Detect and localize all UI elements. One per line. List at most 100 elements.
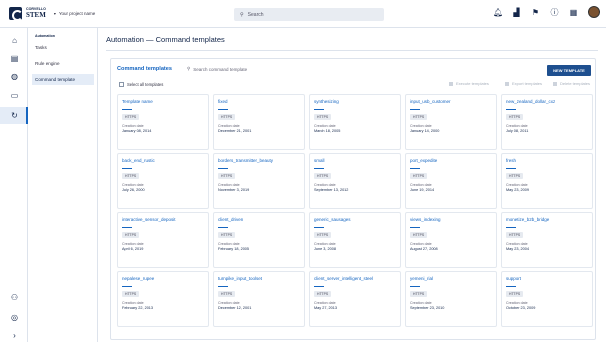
creation-date-value: March 18, 2005	[314, 129, 341, 133]
avatar[interactable]	[588, 6, 600, 18]
search-input[interactable]: ⚲ Search	[234, 8, 384, 21]
template-card[interactable]: support HTTPS Creation date October 23, 200…	[501, 271, 593, 327]
template-name[interactable]: monetize_b2b_bridge	[506, 217, 549, 222]
help-icon[interactable]: ⓘ	[550, 7, 559, 18]
protocol-badge: HTTPS	[314, 114, 332, 120]
template-name[interactable]: back_end_rustic	[122, 158, 155, 163]
bell-icon[interactable]: 🔔︎	[493, 8, 503, 17]
template-card[interactable]: input_usb_customer HTTPS Creation date Janu…	[405, 94, 497, 150]
subnav-item-command-template[interactable]: Command template	[32, 74, 94, 85]
template-accent-bar	[314, 109, 324, 111]
template-card[interactable]: port_expedite HTTPS Creation date June 19, …	[405, 153, 497, 209]
creation-date-value: December 12, 2001	[218, 306, 252, 310]
search-icon: ⚲	[187, 66, 191, 71]
creation-date-value: May 23, 2004	[506, 247, 530, 251]
template-card[interactable]: nepalese_rupee HTTPS Creation date February…	[117, 271, 209, 327]
creation-date-label: Creation date	[122, 301, 144, 305]
template-name[interactable]: interactive_sensor_deposit	[122, 217, 176, 222]
select-all-label: Select all templates	[127, 82, 164, 87]
protocol-badge: HTTPS	[218, 173, 236, 179]
template-accent-bar	[122, 168, 132, 170]
template-card[interactable]: back_end_rustic HTTPS Creation date July 26…	[117, 153, 209, 209]
execute-templates-button[interactable]: Execute templates	[449, 81, 489, 86]
subnav-item-tasks[interactable]: Tasks	[32, 42, 94, 53]
creation-date-value: February 18, 2005	[218, 247, 250, 251]
creation-date-value: September 23, 2010	[410, 306, 445, 310]
creation-date-value: July 08, 2011	[506, 129, 529, 133]
template-card[interactable]: client_server_intelligent_steel HTTPS Crea…	[309, 271, 401, 327]
subnav-heading: Automation	[35, 34, 55, 38]
template-card[interactable]: borders_transmitter_beauty HTTPS Creation …	[213, 153, 305, 209]
creation-date-label: Creation date	[410, 183, 432, 187]
apps-icon[interactable]: ▤	[9, 53, 20, 64]
chart-icon[interactable]: ▟	[512, 8, 521, 17]
template-card[interactable]: Template name HTTPS Creation date January 0…	[117, 94, 209, 150]
template-accent-bar	[122, 227, 132, 229]
template-name[interactable]: turnpike_input_toolset	[218, 276, 262, 281]
template-name[interactable]: views_indexing	[410, 217, 441, 222]
select-all-checkbox[interactable]	[119, 82, 124, 87]
globe-icon[interactable]: ◍	[9, 71, 20, 82]
project-selector[interactable]: ▾ Your project name	[54, 11, 95, 16]
template-name[interactable]: new_zealand_dollar_cxz	[506, 99, 555, 104]
template-card[interactable]: monetize_b2b_bridge HTTPS Creation date May…	[501, 212, 593, 268]
creation-date-label: Creation date	[314, 242, 336, 246]
select-all[interactable]: Select all templates	[119, 82, 163, 87]
template-card[interactable]: new_zealand_dollar_cxz HTTPS Creation date…	[501, 94, 593, 150]
template-search-placeholder: Search command template	[193, 66, 248, 72]
subnav-item-rule-engine[interactable]: Rule engine	[32, 58, 94, 69]
template-name[interactable]: input_usb_customer	[410, 99, 451, 104]
template-name[interactable]: small	[314, 158, 325, 163]
template-card[interactable]: small HTTPS Creation date September 13, 201…	[309, 153, 401, 209]
creation-date-label: Creation date	[506, 301, 528, 305]
template-card[interactable]: synthesizing HTTPS Creation date March 18, …	[309, 94, 401, 150]
export-templates-button[interactable]: Export templates	[505, 81, 542, 86]
template-name[interactable]: fresh	[506, 158, 516, 163]
template-name[interactable]: synthesizing	[314, 99, 339, 104]
title-divider	[106, 50, 598, 51]
protocol-badge: HTTPS	[410, 291, 428, 297]
template-accent-bar	[506, 168, 516, 170]
template-name[interactable]: client_server_intelligent_steel	[314, 276, 373, 281]
template-card[interactable]: interactive_sensor_deposit HTTPS Creation …	[117, 212, 209, 268]
template-name[interactable]: generic_sausages	[314, 217, 351, 222]
template-search-input[interactable]: ⚲ Search command template	[187, 66, 247, 72]
delete-templates-button[interactable]: Delete templates	[553, 81, 590, 86]
template-name[interactable]: support	[506, 276, 521, 281]
logo-icon[interactable]	[9, 7, 23, 21]
template-card[interactable]: generic_sausages HTTPS Creation date June 3…	[309, 212, 401, 268]
trash-icon	[553, 81, 557, 86]
template-name[interactable]: fixed	[218, 99, 228, 104]
expand-icon[interactable]: ›	[9, 330, 20, 341]
template-card[interactable]: yemeni_rial HTTPS Creation date September 2…	[405, 271, 497, 327]
automation-icon[interactable]: ↻	[9, 110, 20, 121]
template-card[interactable]: client_driven HTTPS Creation date February …	[213, 212, 305, 268]
template-name[interactable]: Template name	[122, 99, 153, 104]
users-icon[interactable]: ⚇	[9, 292, 20, 303]
flag-icon[interactable]: ⚑	[531, 8, 540, 17]
home-icon[interactable]: ⌂	[9, 35, 20, 46]
template-card[interactable]: fresh HTTPS Creation date May 23, 2009	[501, 153, 593, 209]
creation-date-label: Creation date	[218, 183, 240, 187]
template-card[interactable]: turnpike_input_toolset HTTPS Creation date…	[213, 271, 305, 327]
project-label: Your project name	[58, 11, 96, 16]
template-name[interactable]: client_driven	[218, 217, 243, 222]
monitor-icon[interactable]: ▭	[9, 90, 20, 101]
creation-date-value: October 23, 2009	[506, 306, 536, 310]
template-name[interactable]: yemeni_rial	[410, 276, 433, 281]
protocol-badge: HTTPS	[122, 232, 140, 238]
grid-icon[interactable]: ▦	[569, 8, 578, 17]
template-name[interactable]: nepalese_rupee	[122, 276, 154, 281]
target-icon[interactable]: ◎	[9, 312, 20, 323]
creation-date-label: Creation date	[122, 124, 144, 128]
protocol-badge: HTTPS	[314, 173, 332, 179]
protocol-badge: HTTPS	[218, 114, 236, 120]
template-name[interactable]: borders_transmitter_beauty	[218, 158, 273, 163]
protocol-badge: HTTPS	[314, 232, 332, 238]
protocol-badge: HTTPS	[122, 114, 140, 120]
new-template-button[interactable]: NEW TEMPLATE	[547, 65, 591, 76]
template-card[interactable]: fixed HTTPS Creation date December 21, 2001	[213, 94, 305, 150]
template-name[interactable]: port_expedite	[410, 158, 437, 163]
brand: CORVELLO STEM	[26, 8, 46, 19]
template-card[interactable]: views_indexing HTTPS Creation date August 2…	[405, 212, 497, 268]
